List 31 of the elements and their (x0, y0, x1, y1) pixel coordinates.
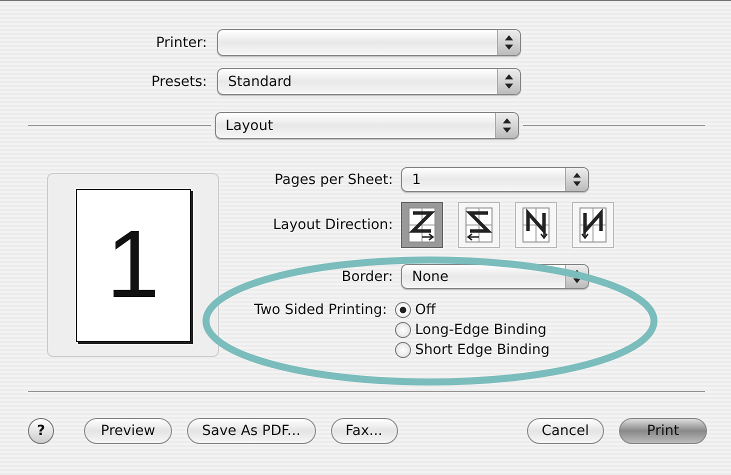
dialog-button[interactable]: Preview (84, 418, 172, 444)
layout-direction-button[interactable] (515, 202, 557, 248)
pages-per-sheet-label: Pages per Sheet: (273, 172, 393, 188)
radio-button[interactable] (395, 302, 411, 318)
stepper-icon (494, 113, 518, 138)
radio-label[interactable]: Long-Edge Binding (415, 322, 547, 338)
radio-label[interactable]: Short Edge Binding (415, 342, 550, 358)
stepper-icon (565, 168, 588, 191)
page-number: 1 (106, 217, 160, 313)
layout-direction-button[interactable] (401, 202, 443, 248)
presets-dropdown[interactable]: Standard (217, 68, 521, 95)
panel-dropdown[interactable]: Layout (214, 112, 518, 139)
radio-button[interactable] (395, 322, 411, 338)
layout-direction-button[interactable] (572, 202, 614, 248)
stepper-icon (497, 30, 520, 55)
printer-label: Printer: (154, 34, 207, 50)
pages-per-sheet-dropdown[interactable]: 1 (401, 167, 589, 192)
dialog-button[interactable]: Fax... (330, 418, 398, 444)
two-sided-printing-label: Two Sided Printing: (253, 302, 387, 318)
radio-button[interactable] (395, 342, 411, 358)
printer-dropdown[interactable] (217, 29, 521, 56)
layout-direction-button[interactable] (458, 202, 500, 248)
dialog-button[interactable]: Print (619, 418, 707, 444)
border-label: Border: (340, 268, 393, 284)
dialog-button[interactable]: Cancel (526, 418, 604, 444)
stepper-icon (497, 69, 520, 94)
help-button[interactable]: ? (28, 418, 54, 444)
presets-label: Presets: (150, 74, 207, 90)
layout-direction-label: Layout Direction: (272, 217, 393, 233)
dialog-button[interactable]: Save As PDF... (187, 418, 316, 444)
radio-label[interactable]: Off (415, 302, 436, 318)
